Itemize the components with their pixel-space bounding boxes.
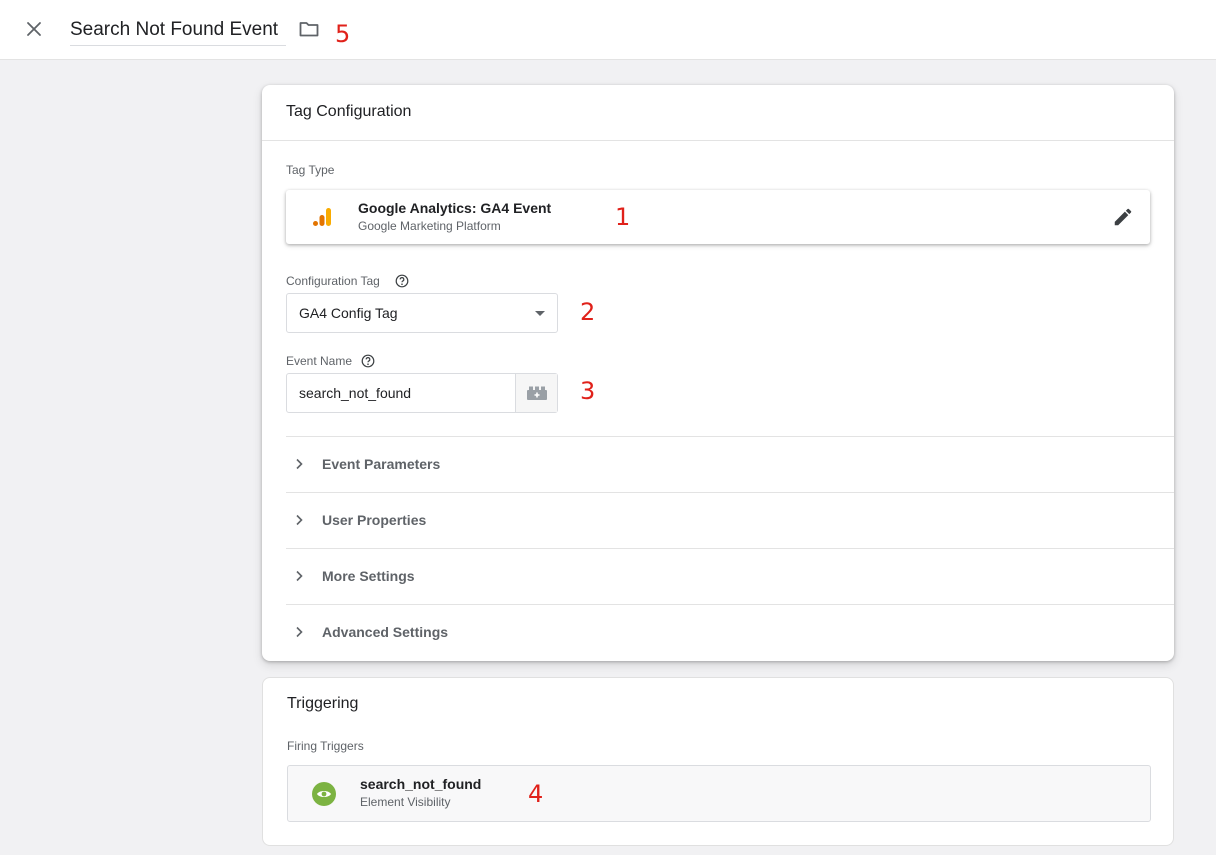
tag-configuration-card: Tag Configuration Tag Type Google Analyt… [262, 85, 1174, 661]
eye-icon [312, 782, 336, 806]
tag-type-label: Tag Type [286, 163, 335, 177]
triggering-title: Triggering [287, 695, 359, 712]
annotation-marker-4: 4 [528, 780, 544, 808]
user-properties-section[interactable]: User Properties [286, 492, 1174, 548]
tag-type-selector[interactable]: Google Analytics: GA4 Event Google Marke… [286, 190, 1150, 244]
google-analytics-icon [311, 206, 333, 228]
triggering-card: Triggering Firing Triggers search_not_fo… [262, 677, 1174, 846]
event-parameters-section[interactable]: Event Parameters [286, 436, 1174, 492]
tag-type-name: Google Analytics: GA4 Event [358, 200, 552, 216]
configuration-tag-select[interactable]: GA4 Config Tag [286, 293, 558, 333]
firing-trigger-item[interactable]: search_not_found Element Visibility [287, 765, 1151, 822]
event-name-label: Event Name [286, 354, 353, 368]
section-label: User Properties [322, 512, 427, 528]
help-icon[interactable] [395, 274, 409, 288]
chevron-right-icon [296, 626, 303, 638]
tag-configuration-title: Tag Configuration [286, 103, 412, 120]
trigger-type: Element Visibility [360, 795, 451, 809]
help-icon[interactable] [361, 354, 375, 368]
chevron-right-icon [296, 458, 303, 470]
advanced-settings-section[interactable]: Advanced Settings [286, 604, 1174, 660]
trigger-name: search_not_found [360, 776, 482, 792]
configuration-tag-label: Configuration Tag [286, 274, 380, 288]
tag-name-input[interactable] [70, 14, 286, 46]
folder-icon[interactable] [298, 18, 320, 40]
annotation-marker-2: 2 [580, 298, 596, 326]
section-label: Event Parameters [322, 456, 441, 472]
chevron-right-icon [296, 514, 303, 526]
firing-triggers-label: Firing Triggers [287, 739, 364, 753]
chevron-right-icon [296, 570, 303, 582]
annotation-marker-1: 1 [615, 203, 631, 231]
edit-pencil-icon[interactable] [1112, 206, 1134, 228]
event-name-field [286, 373, 558, 413]
annotation-marker-3: 3 [580, 377, 596, 405]
section-label: Advanced Settings [322, 624, 449, 640]
configuration-tag-value: GA4 Config Tag [299, 305, 398, 321]
divider [262, 140, 1174, 141]
variable-brick-icon [527, 386, 547, 400]
close-icon[interactable] [22, 17, 46, 41]
event-name-input[interactable] [287, 374, 515, 412]
more-settings-section[interactable]: More Settings [286, 548, 1174, 604]
section-label: More Settings [322, 568, 415, 584]
variable-picker-button[interactable] [515, 374, 557, 412]
dropdown-caret-icon [535, 311, 545, 316]
tag-type-vendor: Google Marketing Platform [358, 219, 501, 233]
top-bar [0, 0, 1216, 60]
annotation-marker-5: 5 [335, 20, 351, 48]
